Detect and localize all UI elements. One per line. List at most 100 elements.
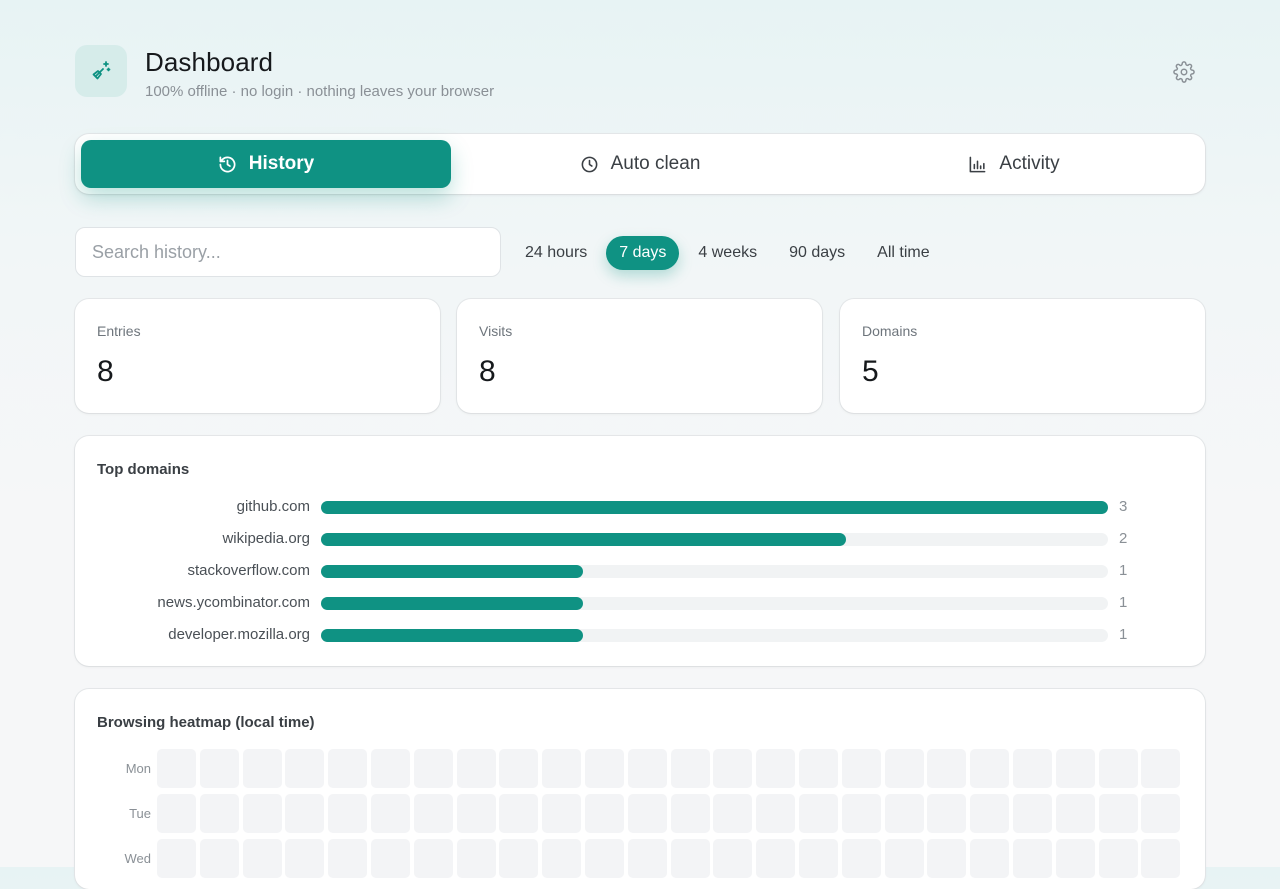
domain-label: developer.mozilla.org [168, 626, 310, 643]
gear-icon[interactable] [1173, 61, 1195, 83]
page-subtitle: 100% offline · no login · nothing leaves… [145, 83, 495, 100]
top-domains-title: Top domains [97, 461, 190, 478]
stat-card-domains: Domains 5 [840, 299, 1205, 413]
stat-value: 5 [862, 355, 879, 388]
domain-bar-track [321, 501, 1108, 514]
heatmap-cell [1098, 794, 1138, 833]
heatmap-cell [585, 749, 624, 788]
heatmap-cell [242, 749, 282, 788]
heatmap-cell [884, 749, 924, 788]
domain-count: 2 [1119, 530, 1128, 547]
domain-bar-track [321, 597, 1108, 610]
heatmap-cell [670, 749, 710, 788]
heatmap-cell [884, 839, 924, 878]
heatmap-cell [285, 794, 325, 833]
main-tabs: History Auto clean Activity [75, 134, 1205, 194]
heatmap-cell [970, 749, 1010, 788]
range-90-days[interactable]: 90 days [776, 236, 858, 270]
page-header: Dashboard 100% offline · no login · noth… [75, 45, 1205, 105]
stat-value: 8 [479, 355, 496, 388]
domain-row: wikipedia.org 2 [75, 529, 1205, 549]
heatmap-cell [970, 839, 1010, 878]
heatmap-cell [413, 749, 453, 788]
heatmap-cell [456, 794, 496, 833]
heatmap-cell [799, 749, 838, 788]
stat-card-entries: Entries 8 [75, 299, 440, 413]
heatmap-cell [285, 749, 325, 788]
domain-label: wikipedia.org [222, 530, 310, 547]
domain-count: 1 [1119, 594, 1128, 611]
heatmap-cell [413, 839, 453, 878]
domain-row: github.com 3 [75, 497, 1205, 517]
domain-bar-track [321, 565, 1108, 578]
range-7-days[interactable]: 7 days [606, 236, 680, 270]
heatmap-cell [542, 749, 582, 788]
heatmap-cell [199, 839, 239, 878]
heatmap-day-label: Mon [125, 761, 151, 776]
heatmap-cell [542, 794, 582, 833]
heatmap-cell [799, 839, 838, 878]
heatmap-cell [328, 839, 368, 878]
heatmap-cell [1141, 839, 1181, 878]
heatmap-cell [157, 794, 196, 833]
heatmap-cell [456, 839, 496, 878]
domain-row: stackoverflow.com 1 [75, 561, 1205, 581]
heatmap-cell [199, 749, 239, 788]
heatmap-cell [328, 794, 368, 833]
heatmap-cell [841, 794, 881, 833]
heatmap-cell [328, 749, 368, 788]
domain-label: github.com [236, 498, 310, 515]
heatmap-cell [1055, 794, 1095, 833]
heatmap-cell [1098, 839, 1138, 878]
top-domains-card: Top domains github.com 3 wikipedia.org 2 sta… [75, 436, 1205, 666]
domain-bar [321, 629, 584, 642]
heatmap-cell [713, 749, 753, 788]
heatmap-cell [884, 794, 924, 833]
heatmap-day-label: Wed [124, 851, 152, 866]
heatmap-cell [1098, 749, 1138, 788]
heatmap-cell [1013, 794, 1052, 833]
app-logo [75, 45, 127, 97]
heatmap-cell [627, 794, 667, 833]
range-24-hours[interactable]: 24 hours [512, 236, 600, 270]
tab-activity[interactable]: Activity [829, 140, 1199, 188]
heatmap-cell [713, 794, 753, 833]
heatmap-cell [456, 749, 496, 788]
domain-count: 3 [1119, 498, 1128, 515]
heatmap-cell [627, 749, 667, 788]
range-4-weeks[interactable]: 4 weeks [685, 236, 770, 270]
stat-label: Domains [862, 323, 918, 339]
clock-icon [581, 156, 598, 172]
domain-row: news.ycombinator.com 1 [75, 593, 1205, 613]
tab-auto-clean[interactable]: Auto clean [455, 140, 825, 188]
domain-count: 1 [1119, 562, 1128, 579]
heatmap-cell [499, 839, 539, 878]
heatmap-title: Browsing heatmap (local time) [97, 714, 315, 731]
heatmap-cell [841, 749, 881, 788]
history-icon [219, 156, 236, 172]
heatmap-cell [927, 794, 967, 833]
heatmap-cell [371, 749, 410, 788]
heatmap-cell [927, 749, 967, 788]
domain-bar-track [321, 629, 1108, 642]
domain-bar [321, 597, 584, 610]
heatmap-day-label: Tue [129, 806, 151, 821]
domain-bar [321, 533, 846, 546]
domain-count: 1 [1119, 626, 1128, 643]
time-range-selector: 24 hours 7 days 4 weeks 90 days All time [512, 236, 943, 270]
heatmap-cell [585, 794, 624, 833]
stat-label: Visits [479, 323, 513, 339]
heatmap-cell [413, 794, 453, 833]
broom-sparkle-icon [92, 61, 111, 80]
tab-history[interactable]: History [81, 140, 451, 188]
search-input[interactable] [75, 227, 501, 277]
heatmap-cell [799, 794, 838, 833]
heatmap-cell [756, 839, 796, 878]
heatmap-cell [1055, 839, 1095, 878]
range-all-time[interactable]: All time [864, 236, 942, 270]
domain-bar [321, 565, 584, 578]
heatmap-cell [927, 839, 967, 878]
heatmap-cell [970, 794, 1010, 833]
heatmap-cell [1055, 749, 1095, 788]
heatmap-cell [756, 794, 796, 833]
